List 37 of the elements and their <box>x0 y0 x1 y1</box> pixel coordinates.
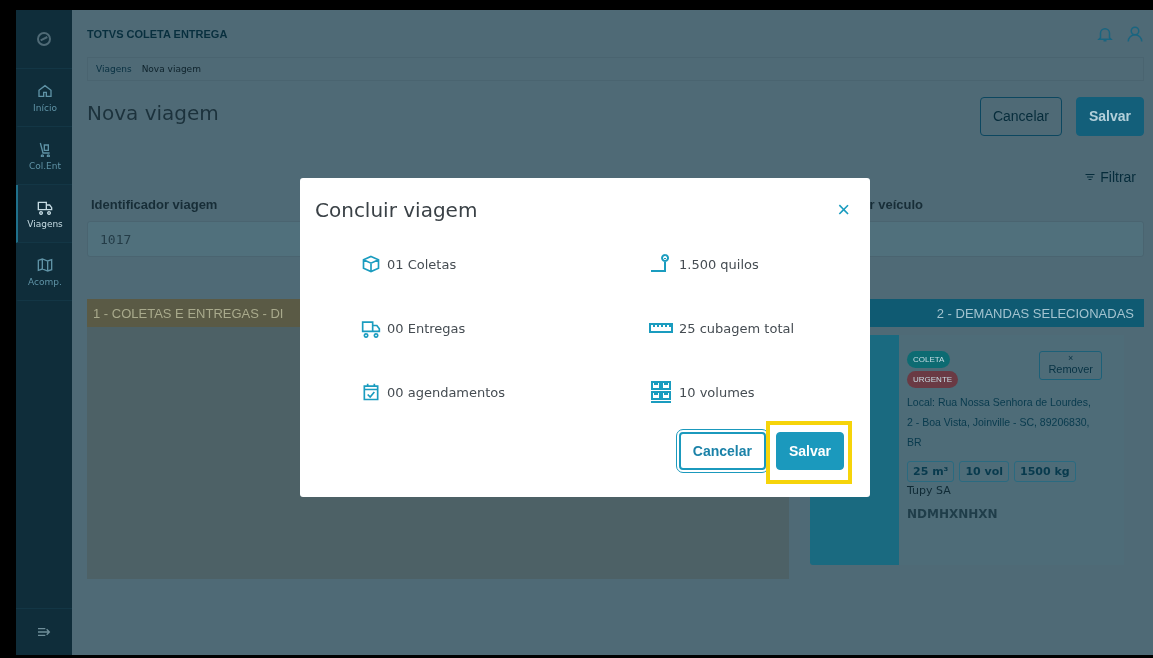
page-title: Nova viagem <box>87 101 219 125</box>
field-label: Identificador viagem <box>91 197 218 212</box>
field-label: r veículo <box>869 197 923 212</box>
company-name: Tupy SA <box>907 484 952 497</box>
boxes-icon <box>649 380 673 404</box>
metric-chip: 10 vol <box>959 461 1010 482</box>
metric-chip: 1500 kg <box>1014 461 1076 482</box>
truck-icon <box>361 318 381 338</box>
stat-text: 1.500 quilos <box>679 256 759 272</box>
house-icon <box>37 82 53 99</box>
tag-label: COLETA <box>907 351 951 368</box>
metric-chip: 25 m³ <box>907 461 955 482</box>
remove-button[interactable]: × Remover <box>1039 351 1102 380</box>
filter-icon <box>1084 171 1097 183</box>
calendar-check-icon <box>361 382 381 402</box>
logo-icon <box>36 31 52 47</box>
dialog-title: Concluir viagem <box>315 198 478 222</box>
map-icon <box>37 256 53 273</box>
cancel-button[interactable]: Cancelar <box>678 432 766 470</box>
cancel-button[interactable]: Cancelar <box>979 96 1062 136</box>
address-text: Local: Rua Nossa Senhora de Lourdes, 2 - Boa Vista, Joinville - SC, 89206830, BR <box>907 395 1092 450</box>
save-button[interactable]: Salvar <box>775 432 844 470</box>
sidebar-item[interactable]: Viagens <box>16 185 72 243</box>
save-button[interactable]: Salvar <box>1075 96 1144 136</box>
close-button[interactable]: × <box>833 199 854 221</box>
breadcrumb-item: Nova viagem <box>141 64 201 74</box>
sidebar-item[interactable]: Início <box>16 69 72 127</box>
breadcrumb-item[interactable]: Viagens <box>96 64 132 74</box>
box-icon <box>361 254 381 274</box>
stat-text: 00 agendamentos <box>387 384 506 400</box>
sidebar-item[interactable]: Acomp. <box>16 243 72 301</box>
stat-text: 01 Coletas <box>387 256 457 272</box>
hand-truck-icon <box>37 140 53 157</box>
tag-label: URGENTE <box>907 371 959 388</box>
filter-button[interactable]: Filtrar <box>1076 169 1144 185</box>
app-title: TOTVS COLETA ENTREGA <box>87 27 228 40</box>
stat-text: 10 volumes <box>679 384 755 400</box>
